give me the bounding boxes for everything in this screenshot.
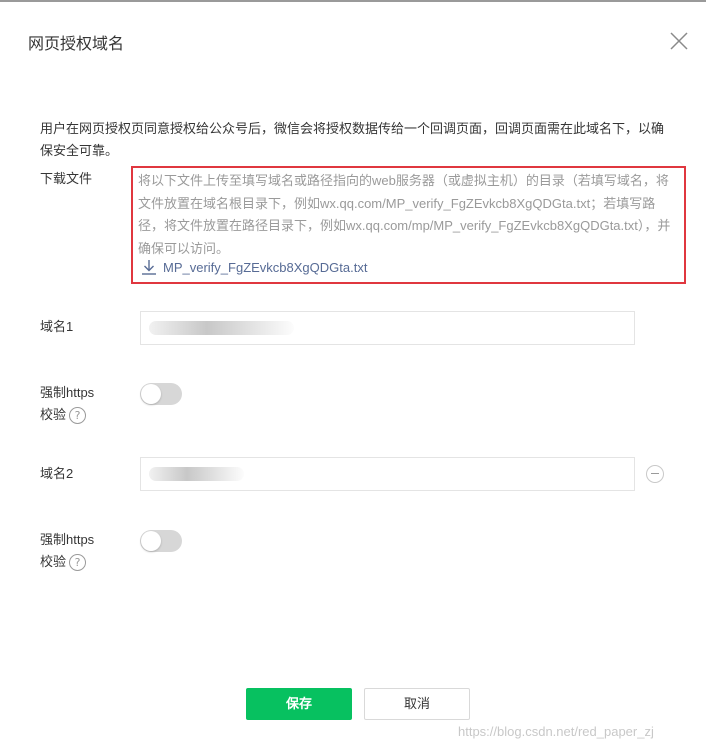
domain2-input[interactable] — [140, 457, 635, 491]
https-label-line2: 校验 — [40, 554, 67, 569]
domain2-https-label: 强制https 校验? — [40, 529, 94, 573]
redacted-value — [149, 467, 244, 481]
save-button[interactable]: 保存 — [246, 688, 352, 720]
domain2-https-toggle[interactable] — [140, 530, 182, 552]
remove-domain-icon[interactable] — [646, 465, 664, 483]
domain2-label: 域名2 — [40, 466, 74, 481]
download-label: 下载文件 — [40, 171, 93, 186]
download-instructions: 将以下文件上传至填写域名或路径指向的web服务器（或虚拟主机）的目录（若填写域名… — [138, 173, 671, 256]
cancel-button[interactable]: 取消 — [364, 688, 470, 720]
domain1-https-label: 强制https 校验? — [40, 382, 94, 426]
https-label-line1: 强制https — [40, 385, 95, 400]
download-file-link[interactable]: MP_verify_FgZEvkcb8XgQDGta.txt — [141, 259, 367, 275]
watermark: https://blog.csdn.net/red_paper_zj — [458, 724, 654, 739]
download-icon — [142, 260, 156, 275]
domain1-input[interactable] — [140, 311, 635, 345]
dialog-description: 用户在网页授权页同意授权给公众号后，微信会将授权数据传给一个回调页面，回调页面需… — [40, 121, 665, 158]
toggle-knob — [141, 384, 161, 404]
help-icon[interactable]: ? — [69, 407, 87, 425]
domain-auth-dialog: 网页授权域名 用户在网页授权页同意授权给公众号后，微信会将授权数据传给一个回调页… — [0, 0, 706, 747]
dialog-title: 网页授权域名 — [28, 36, 125, 53]
https-label-line2: 校验 — [40, 407, 67, 422]
close-icon[interactable] — [668, 30, 690, 52]
download-file-name: MP_verify_FgZEvkcb8XgQDGta.txt — [163, 259, 368, 275]
toggle-knob — [141, 531, 161, 551]
https-label-line1: 强制https — [40, 532, 95, 547]
help-icon[interactable]: ? — [69, 554, 87, 572]
redacted-value — [149, 321, 294, 335]
domain1-label: 域名1 — [40, 319, 74, 334]
domain1-https-toggle[interactable] — [140, 383, 182, 405]
